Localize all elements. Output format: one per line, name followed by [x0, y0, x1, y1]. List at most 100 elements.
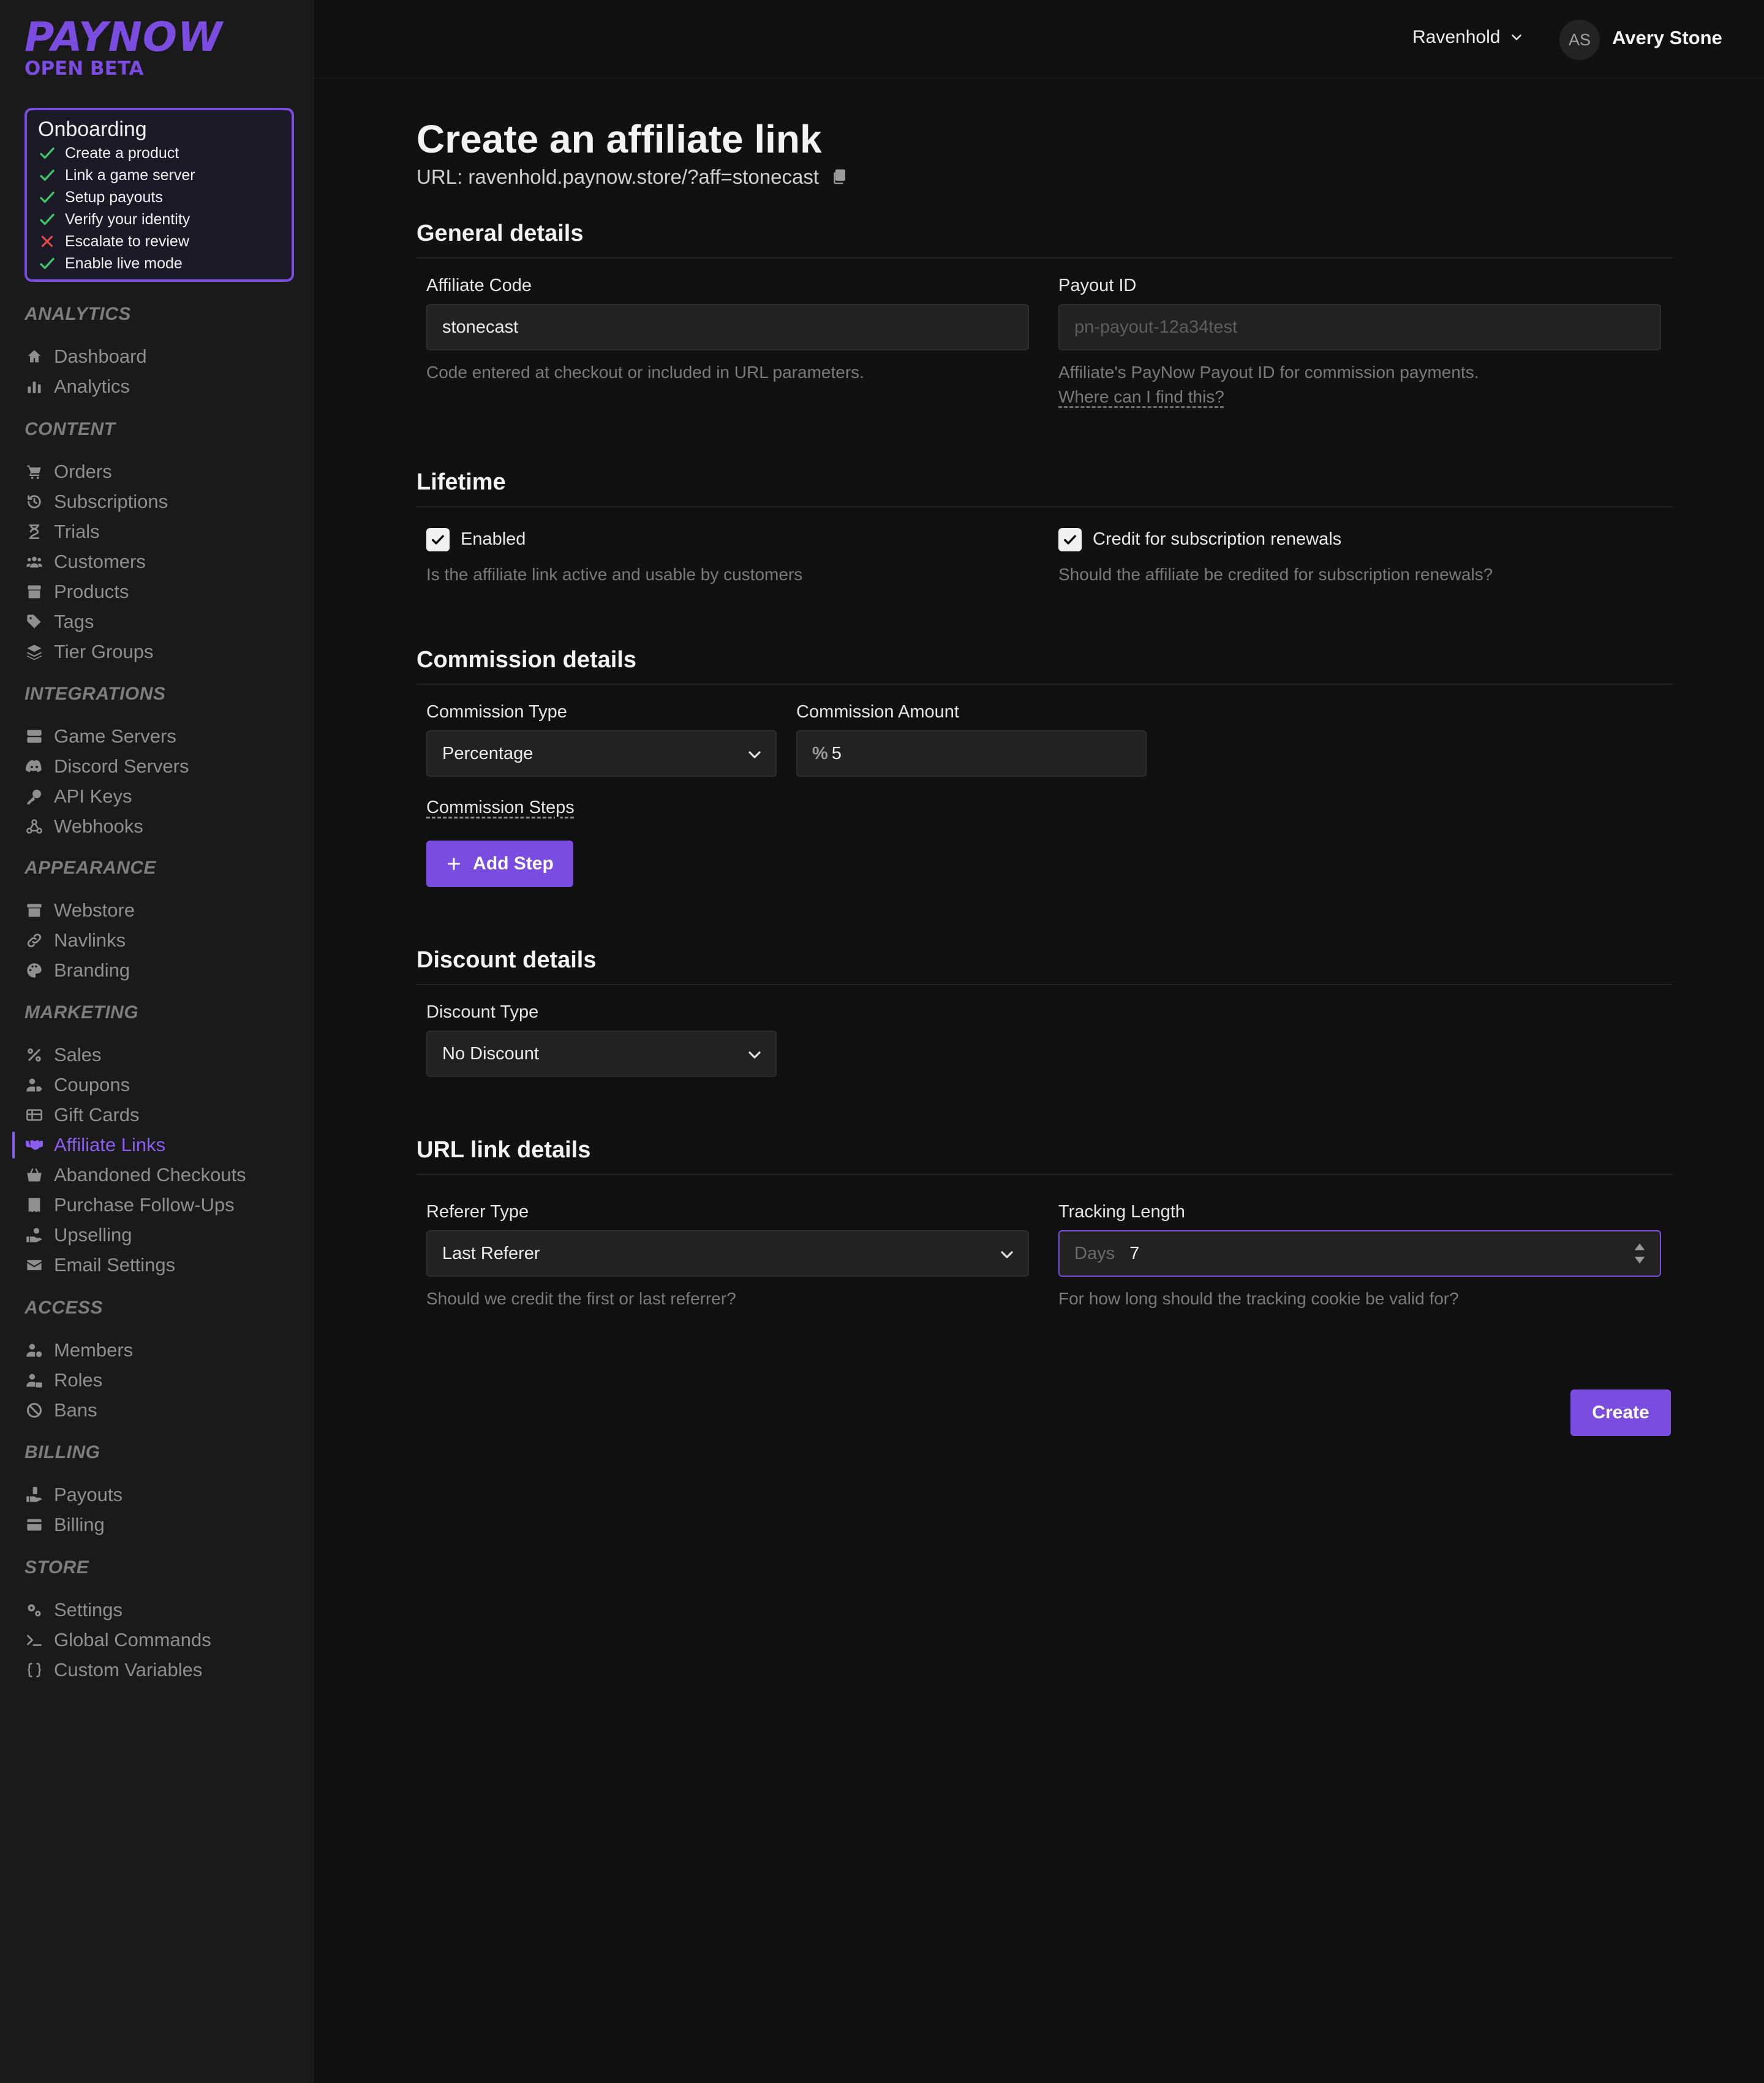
user-name[interactable]: Avery Stone [1612, 27, 1722, 49]
percent-prefix: % [812, 743, 828, 763]
commission-type-select[interactable]: Percentage [426, 730, 777, 777]
chevron-down-icon [1512, 34, 1522, 40]
sidebar-item-label: Email Settings [54, 1254, 176, 1276]
sidebar-item-label: Webhooks [54, 815, 143, 837]
enabled-hint: Is the affiliate link active and usable … [426, 565, 803, 584]
onboarding-item-label: Escalate to review [65, 232, 189, 250]
number-stepper-icon[interactable] [1633, 1241, 1646, 1266]
sidebar-item-label: Branding [54, 959, 130, 981]
avatar[interactable]: AS [1559, 20, 1600, 60]
commission-steps-label[interactable]: Commission Steps [426, 798, 575, 818]
sidebar-item-dashboard[interactable]: Dashboard [24, 343, 147, 370]
sidebar-item-coupons[interactable]: Coupons [24, 1072, 130, 1098]
sidebar-item-orders[interactable]: Orders [24, 458, 112, 485]
tracking-length-input[interactable]: Days 7 [1058, 1230, 1661, 1277]
onboarding-item[interactable]: Setup payouts [38, 186, 281, 208]
sidebar-item-discord-servers[interactable]: Discord Servers [24, 753, 189, 780]
sidebar-item-billing[interactable]: Billing [24, 1511, 105, 1538]
onboarding-list: Create a product Link a game server Setup … [38, 142, 281, 274]
create-button[interactable]: Create [1570, 1389, 1671, 1436]
sidebar-item-label: Payouts [54, 1484, 123, 1505]
sidebar-item-analytics[interactable]: Analytics [24, 373, 130, 400]
discount-details-title: Discount details [417, 947, 597, 973]
sidebar-item-tags[interactable]: Tags [24, 608, 94, 635]
sidebar-item-label: Billing [54, 1514, 105, 1535]
envelope-icon [24, 1255, 44, 1275]
sidebar-item-webhooks[interactable]: Webhooks [24, 813, 143, 840]
sidebar-item-bans[interactable]: Bans [24, 1397, 97, 1424]
credit-card-icon [24, 1515, 44, 1535]
sidebar-item-label: Upselling [54, 1224, 132, 1246]
hand-coin-icon [24, 1225, 44, 1245]
sidebar-item-settings[interactable]: Settings [24, 1597, 123, 1624]
sidebar-item-webstore[interactable]: Webstore [24, 897, 135, 924]
sidebar-item-custom-variables[interactable]: Custom Variables [24, 1657, 202, 1684]
sidebar-item-label: Members [54, 1339, 134, 1361]
nav-section-title: ANALYTICS [24, 304, 131, 324]
sidebar-item-subscriptions[interactable]: Subscriptions [24, 488, 168, 515]
payout-id-input[interactable]: pn-payout-12a34test [1058, 304, 1661, 350]
onboarding-item[interactable]: Create a product [38, 142, 281, 164]
renewals-hint: Should the affiliate be credited for sub… [1058, 565, 1493, 584]
sidebar-item-products[interactable]: Products [24, 578, 129, 605]
onboarding-item[interactable]: Verify your identity [38, 208, 281, 230]
sidebar-item-api-keys[interactable]: API Keys [24, 783, 132, 810]
sidebar-item-affiliate-links[interactable]: Affiliate Links [24, 1132, 165, 1159]
sidebar-item-gift-cards[interactable]: Gift Cards [24, 1102, 140, 1128]
enabled-checkbox[interactable] [426, 528, 450, 551]
sidebar-item-label: Navlinks [54, 929, 126, 951]
sidebar-item-trials[interactable]: Trials [24, 518, 100, 545]
sidebar-item-navlinks[interactable]: Navlinks [24, 927, 126, 954]
onboarding-item[interactable]: Enable live mode [38, 252, 281, 274]
check-icon [40, 169, 55, 181]
add-step-button[interactable]: Add Step [426, 841, 573, 887]
store-selector[interactable]: Ravenhold [1412, 27, 1525, 48]
home-icon [24, 347, 44, 366]
onboarding-item[interactable]: Link a game server [38, 164, 281, 186]
sidebar-item-purchase-follow-ups[interactable]: Purchase Follow-Ups [24, 1192, 235, 1219]
add-step-label: Add Step [473, 853, 554, 874]
store-name: Ravenhold [1412, 27, 1501, 47]
divider [417, 1174, 1672, 1175]
sidebar-item-label: Bans [54, 1399, 97, 1421]
sidebar-item-branding[interactable]: Branding [24, 957, 130, 984]
sidebar-item-label: Custom Variables [54, 1659, 203, 1680]
brand-name: PAYNOW [24, 13, 223, 61]
commission-amount-input[interactable]: % 5 [796, 730, 1147, 777]
check-icon [40, 147, 55, 159]
sidebar-item-customers[interactable]: Customers [24, 548, 146, 575]
affiliate-url-text: URL: ravenhold.paynow.store/?aff=stoneca… [417, 165, 820, 188]
copy-icon[interactable] [830, 168, 848, 186]
sidebar-item-members[interactable]: Members [24, 1337, 133, 1364]
sidebar-item-label: Dashboard [54, 346, 147, 367]
onboarding-card[interactable]: Onboarding Create a product Link a game s… [24, 108, 294, 282]
sidebar-item-label: Tags [54, 611, 94, 632]
sidebar-item-upselling[interactable]: Upselling [24, 1222, 132, 1249]
history-icon [24, 492, 44, 512]
onboarding-item[interactable]: Escalate to review [38, 230, 281, 252]
referer-type-hint: Should we credit the first or last refer… [426, 1289, 736, 1308]
sidebar-item-email-settings[interactable]: Email Settings [24, 1252, 175, 1279]
referer-type-value: Last Referer [442, 1243, 540, 1263]
sidebar-item-abandoned-checkouts[interactable]: Abandoned Checkouts [24, 1162, 246, 1189]
enabled-label[interactable]: Enabled [461, 529, 526, 550]
discount-type-select[interactable]: No Discount [426, 1030, 777, 1077]
sidebar-item-game-servers[interactable]: Game Servers [24, 723, 176, 750]
nav-section-title: ACCESS [24, 1298, 104, 1318]
brand-logo[interactable]: PAYNOW OPEN BETA [24, 17, 223, 80]
brand-tag: OPEN BETA [24, 58, 144, 80]
sidebar-item-global-commands[interactable]: Global Commands [24, 1627, 211, 1654]
sidebar-item-tier-groups[interactable]: Tier Groups [24, 638, 154, 665]
payout-id-help-link[interactable]: Where can I find this? [1058, 387, 1224, 407]
sidebar-item-payouts[interactable]: Payouts [24, 1481, 123, 1508]
sidebar-item-sales[interactable]: Sales [24, 1042, 102, 1068]
gift-card-icon [24, 1105, 44, 1125]
sidebar-item-roles[interactable]: Roles [24, 1367, 102, 1394]
referer-type-select[interactable]: Last Referer [426, 1230, 1029, 1277]
renewals-checkbox[interactable] [1058, 528, 1082, 551]
chevron-down-icon [748, 751, 761, 758]
affiliate-code-input[interactable]: stonecast [426, 304, 1029, 350]
user-lock-icon [24, 1370, 44, 1390]
terminal-icon [24, 1630, 44, 1650]
renewals-label[interactable]: Credit for subscription renewals [1093, 529, 1341, 550]
